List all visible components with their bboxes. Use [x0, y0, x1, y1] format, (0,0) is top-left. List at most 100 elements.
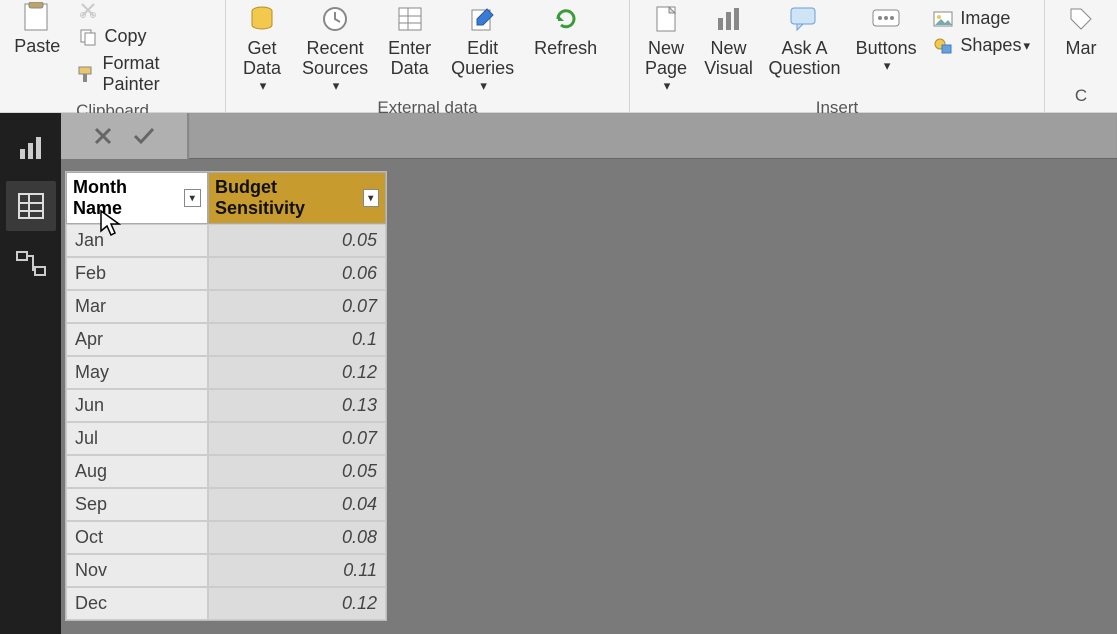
copy-label: Copy — [105, 26, 147, 47]
grid-body: Jan0.05Feb0.06Mar0.07Apr0.1May0.12Jun0.1… — [66, 224, 386, 620]
chevron-down-icon: ▾ — [884, 58, 891, 74]
cell-month[interactable]: Dec — [66, 587, 208, 620]
table-row[interactable]: Aug0.05 — [66, 455, 386, 488]
column-filter-month[interactable]: ▾ — [184, 189, 201, 207]
model-view-button[interactable] — [6, 239, 56, 289]
refresh-label: Refresh — [534, 38, 597, 58]
cell-month[interactable]: Nov — [66, 554, 208, 587]
image-label: Image — [960, 8, 1010, 29]
left-nav — [0, 113, 61, 634]
table-row[interactable]: Apr0.1 — [66, 323, 386, 356]
cell-sensitivity[interactable]: 0.08 — [208, 521, 386, 554]
paste-button[interactable]: Paste — [6, 0, 69, 56]
shapes-button[interactable]: Shapes ▾ — [924, 33, 1038, 58]
get-data-label: Get Data — [243, 38, 281, 78]
get-data-button[interactable]: Get Data▾ — [232, 0, 292, 94]
cell-month[interactable]: Mar — [66, 290, 208, 323]
table-row[interactable]: Oct0.08 — [66, 521, 386, 554]
cell-sensitivity[interactable]: 0.11 — [208, 554, 386, 587]
button-icon — [871, 2, 901, 36]
buttons-button[interactable]: Buttons▾ — [848, 0, 925, 74]
cell-month[interactable]: Jul — [66, 422, 208, 455]
cell-sensitivity[interactable]: 0.07 — [208, 422, 386, 455]
chevron-down-icon: ▾ — [333, 78, 340, 94]
cell-sensitivity[interactable]: 0.04 — [208, 488, 386, 521]
cell-month[interactable]: Apr — [66, 323, 208, 356]
image-button[interactable]: Image — [924, 6, 1038, 31]
partial-button[interactable]: Mar — [1051, 0, 1111, 58]
table-row[interactable]: Jul0.07 — [66, 422, 386, 455]
chart-icon — [715, 2, 743, 36]
database-icon — [248, 2, 276, 36]
table-row[interactable]: Mar0.07 — [66, 290, 386, 323]
column-header-month-label: Month Name — [73, 177, 178, 219]
column-header-month[interactable]: Month Name ▾ — [66, 172, 208, 224]
chevron-down-icon: ▾ — [480, 78, 487, 94]
cell-sensitivity[interactable]: 0.05 — [208, 455, 386, 488]
shapes-label: Shapes — [960, 35, 1021, 56]
enter-data-button[interactable]: Enter Data — [378, 0, 441, 78]
ribbon-group-clipboard: Paste Copy Format Painter Clipboard — [0, 0, 226, 112]
table-row[interactable]: Jun0.13 — [66, 389, 386, 422]
chevron-down-icon: ▾ — [190, 193, 195, 204]
cell-sensitivity[interactable]: 0.12 — [208, 356, 386, 389]
format-painter-icon — [77, 64, 97, 84]
edit-icon — [469, 2, 497, 36]
image-icon — [932, 9, 954, 29]
ribbon-group-partial: Mar C — [1045, 0, 1117, 112]
cell-month[interactable]: Aug — [66, 455, 208, 488]
format-painter-label: Format Painter — [103, 53, 212, 95]
cell-month[interactable]: Sep — [66, 488, 208, 521]
page-icon — [653, 2, 679, 36]
recent-icon — [321, 2, 349, 36]
model-view-icon — [15, 249, 47, 279]
column-header-sensitivity-label: Budget Sensitivity — [215, 177, 357, 219]
table-row[interactable]: Sep0.04 — [66, 488, 386, 521]
cell-month[interactable]: Jan — [66, 224, 208, 257]
new-visual-button[interactable]: New Visual — [696, 0, 761, 78]
column-header-sensitivity[interactable]: Budget Sensitivity ▾ — [208, 172, 386, 224]
cut-button[interactable] — [69, 0, 220, 22]
new-page-button[interactable]: New Page▾ — [636, 0, 696, 94]
format-painter-button[interactable]: Format Painter — [69, 51, 220, 97]
cell-sensitivity[interactable]: 0.13 — [208, 389, 386, 422]
table-row[interactable]: Jan0.05 — [66, 224, 386, 257]
data-view-icon — [16, 191, 46, 221]
work-area: Month Name ▾ Budget Sensitivity ▾ Jan0.0… — [0, 113, 1117, 634]
refresh-button[interactable]: Refresh — [524, 0, 607, 58]
chevron-down-icon: ▾ — [664, 78, 671, 94]
cell-month[interactable]: Feb — [66, 257, 208, 290]
formula-input[interactable] — [190, 114, 1116, 158]
report-view-button[interactable] — [6, 123, 56, 173]
cell-month[interactable]: Jun — [66, 389, 208, 422]
ribbon: Paste Copy Format Painter Clipboard — [0, 0, 1117, 113]
table-row[interactable]: Dec0.12 — [66, 587, 386, 620]
table-row[interactable]: Nov0.11 — [66, 554, 386, 587]
data-grid: Month Name ▾ Budget Sensitivity ▾ Jan0.0… — [65, 171, 387, 621]
cell-sensitivity[interactable]: 0.1 — [208, 323, 386, 356]
edit-queries-button[interactable]: Edit Queries▾ — [441, 0, 524, 94]
cell-sensitivity[interactable]: 0.07 — [208, 290, 386, 323]
ask-question-button[interactable]: Ask A Question — [761, 0, 848, 78]
table-row[interactable]: May0.12 — [66, 356, 386, 389]
formula-toolbar — [61, 113, 189, 159]
check-icon — [132, 125, 156, 147]
cancel-formula-button[interactable] — [92, 125, 114, 147]
data-view-button[interactable] — [6, 181, 56, 231]
tag-icon — [1069, 2, 1093, 36]
enter-data-icon — [396, 2, 424, 36]
cell-month[interactable]: May — [66, 356, 208, 389]
recent-sources-button[interactable]: Recent Sources▾ — [292, 0, 378, 94]
speech-icon — [789, 2, 819, 36]
cell-sensitivity[interactable]: 0.06 — [208, 257, 386, 290]
chevron-down-icon: ▾ — [368, 193, 373, 204]
shapes-icon — [932, 36, 954, 56]
column-filter-sensitivity[interactable]: ▾ — [363, 189, 379, 207]
copy-button[interactable]: Copy — [69, 24, 220, 49]
cell-sensitivity[interactable]: 0.05 — [208, 224, 386, 257]
new-page-label: New Page — [645, 38, 687, 78]
cell-month[interactable]: Oct — [66, 521, 208, 554]
table-row[interactable]: Feb0.06 — [66, 257, 386, 290]
commit-formula-button[interactable] — [132, 125, 156, 147]
cell-sensitivity[interactable]: 0.12 — [208, 587, 386, 620]
